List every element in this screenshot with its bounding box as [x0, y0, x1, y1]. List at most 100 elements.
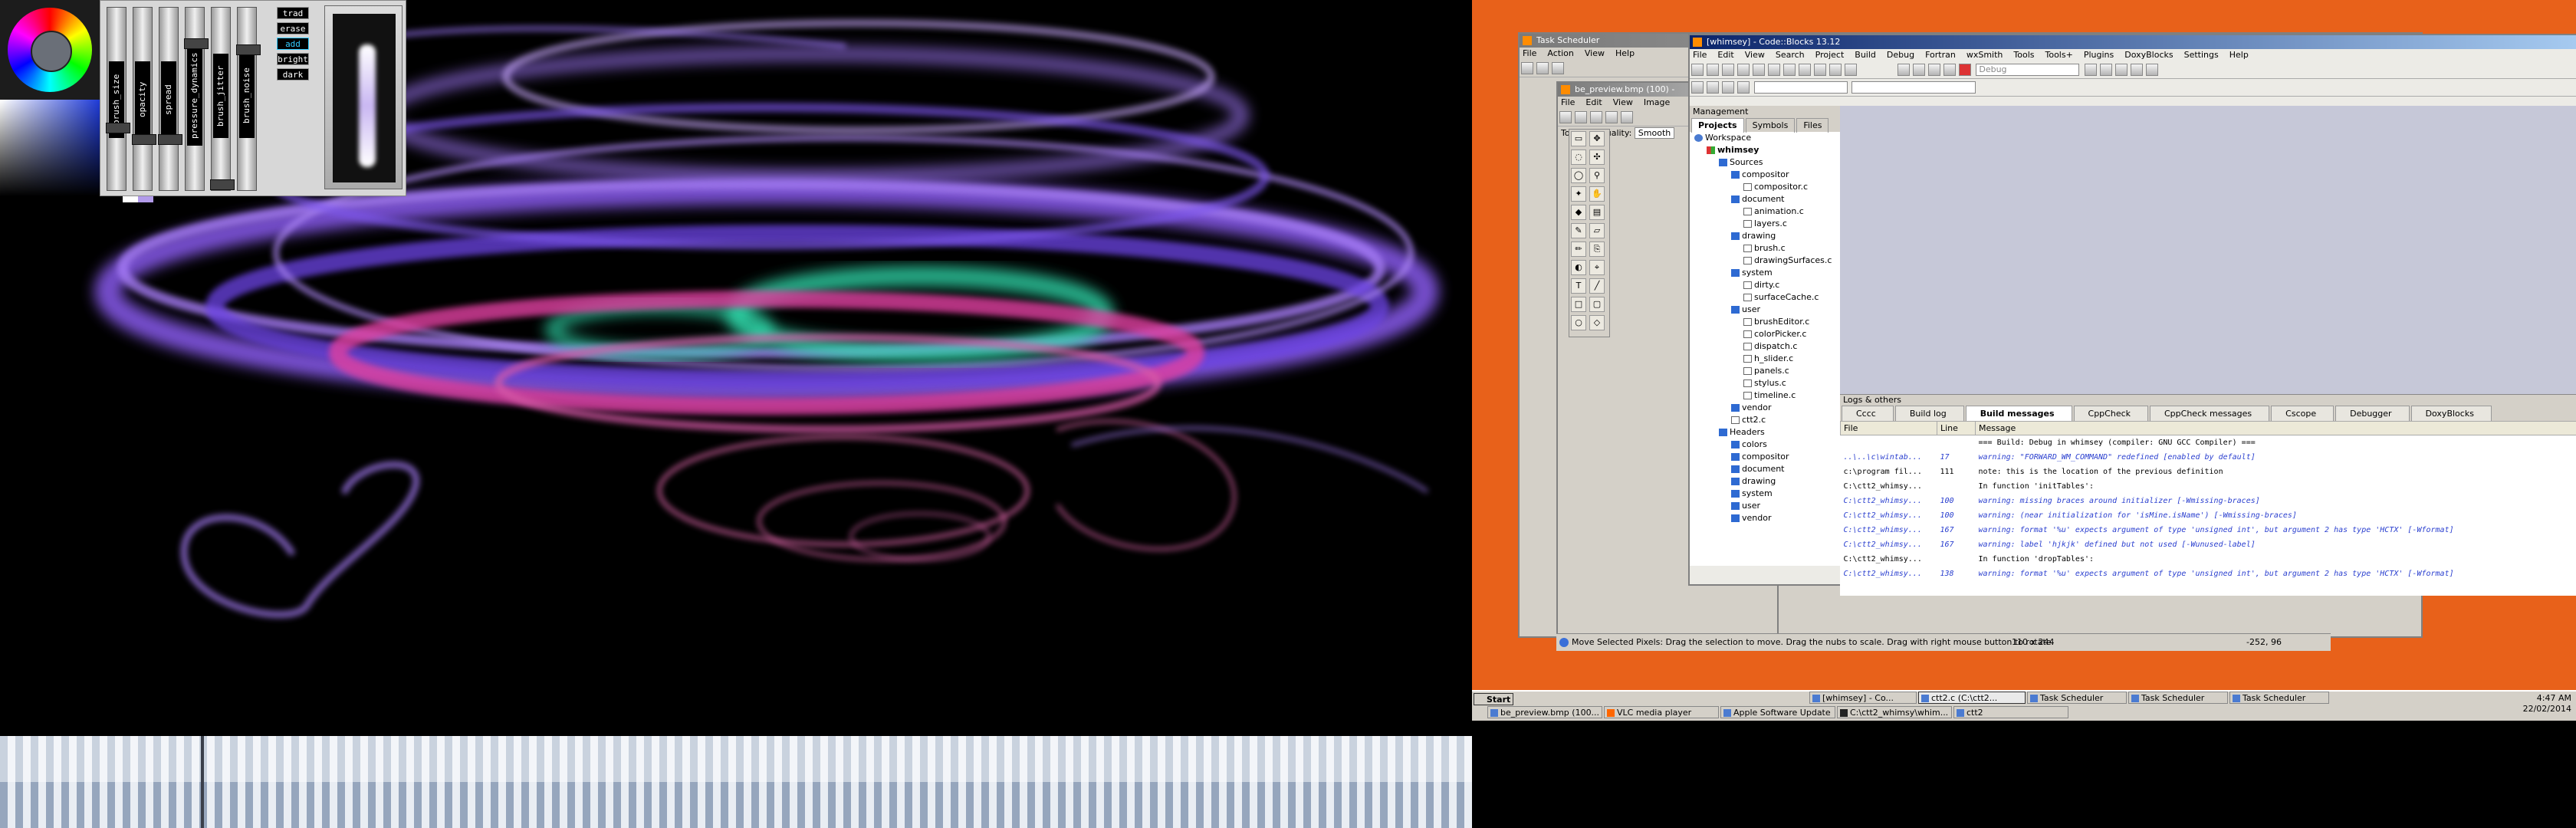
menu-help[interactable]: Help [2229, 50, 2249, 60]
tree-item[interactable]: surfaceCache.c [1690, 291, 1840, 304]
move-selection-icon[interactable]: ✣ [1589, 150, 1605, 165]
quality-select[interactable]: Smooth [1634, 127, 1675, 139]
tree-item[interactable]: system [1690, 488, 1840, 500]
mode-trad-button[interactable]: trad [277, 7, 309, 19]
tree-item[interactable]: system [1690, 267, 1840, 279]
tree-item[interactable]: vendor [1690, 402, 1840, 414]
taskbar-item[interactable]: Task Scheduler [2027, 692, 2127, 704]
menu-wxsmith[interactable]: wxSmith [1967, 50, 2003, 60]
tree-item[interactable]: user [1690, 304, 1840, 316]
run-icon[interactable] [1912, 64, 1925, 76]
taskbar-item[interactable]: be_preview.bmp (100... [1487, 706, 1602, 718]
paste-icon[interactable] [1814, 64, 1826, 76]
new-file-icon[interactable] [1691, 64, 1704, 76]
slider-knob[interactable] [106, 123, 130, 133]
step-into-icon[interactable] [2114, 64, 2128, 76]
tree-item[interactable]: Sources [1690, 156, 1840, 169]
log-row[interactable]: === Build: Debug in whimsey (compiler: G… [1841, 435, 2576, 451]
undo-icon[interactable] [1753, 64, 1765, 76]
menu-doxyblocks[interactable]: DoxyBlocks [2124, 50, 2173, 60]
toggle-comment-icon[interactable] [1737, 81, 1750, 94]
timeline-strip[interactable] [0, 736, 1472, 828]
pencil-icon[interactable]: ✏ [1571, 242, 1586, 257]
log-row[interactable]: C:\ctt2_whimsy... 100 warning: missing bra… [1841, 494, 2576, 508]
save-icon[interactable] [1722, 64, 1734, 76]
new-icon[interactable] [1559, 111, 1572, 123]
menu-build[interactable]: Build [1855, 50, 1876, 60]
rebuild-icon[interactable] [1943, 64, 1956, 76]
tree-item[interactable]: compositor.c [1690, 181, 1840, 193]
tree-item[interactable]: compositor [1690, 451, 1840, 463]
text-icon[interactable]: T [1571, 278, 1586, 294]
gradient-icon[interactable]: ▤ [1589, 205, 1605, 220]
log-row[interactable]: C:\ctt2_whimsy... 138 warning: format '%u'… [1841, 567, 2576, 581]
menu-tools-plus[interactable]: Tools+ [2045, 50, 2073, 60]
log-row[interactable]: c:\program fil... 111 note: this is the lo… [1841, 465, 2576, 479]
tab-cppcheck-messages[interactable]: CppCheck messages [2150, 406, 2270, 421]
zoom-icon[interactable]: ⚲ [1589, 168, 1605, 183]
tree-item[interactable]: compositor [1690, 169, 1840, 181]
tree-item[interactable]: user [1690, 500, 1840, 512]
menu-tools[interactable]: Tools [2013, 50, 2034, 60]
rect-shape-icon[interactable]: □ [1571, 297, 1586, 312]
taskbar-item[interactable]: Task Scheduler [2229, 692, 2329, 704]
tab-cscope[interactable]: Cscope [2271, 406, 2334, 421]
open-icon[interactable] [1707, 64, 1719, 76]
menu-project[interactable]: Project [1815, 50, 1845, 60]
menu-file[interactable]: File [1561, 97, 1575, 107]
taskbar-item[interactable]: [whimsey] - Co... [1809, 692, 1917, 704]
brush-icon[interactable]: ✎ [1571, 223, 1586, 238]
menu-fortran[interactable]: Fortran [1925, 50, 1956, 60]
saturation-value-picker[interactable] [0, 100, 100, 196]
freeform-shape-icon[interactable]: ◇ [1589, 315, 1605, 330]
menu-edit[interactable]: Edit [1585, 97, 1602, 107]
tree-item[interactable]: drawing [1690, 475, 1840, 488]
forward-icon[interactable] [1536, 62, 1549, 74]
back-icon[interactable] [1521, 62, 1533, 74]
tree-item[interactable]: vendor [1690, 512, 1840, 524]
copy-icon[interactable] [1799, 64, 1811, 76]
up-icon[interactable] [1552, 62, 1564, 74]
drawing-canvas[interactable]: brush_size opacity spread pressure_dynam… [0, 0, 1472, 736]
taskbar-item[interactable]: Task Scheduler [2128, 692, 2228, 704]
rounded-rect-icon[interactable]: ▢ [1589, 297, 1605, 312]
menu-settings[interactable]: Settings [2184, 50, 2219, 60]
taskbar-item[interactable]: ctt2.c (C:\ctt2... [1918, 692, 2026, 704]
menu-view[interactable]: View [1585, 48, 1605, 58]
mode-bright-button[interactable]: bright [277, 53, 309, 65]
brush-jitter-slider[interactable]: brush_jitter [210, 7, 235, 191]
tree-item[interactable]: whimsey [1690, 144, 1840, 156]
open-icon[interactable] [1575, 111, 1587, 123]
tree-item[interactable]: document [1690, 193, 1840, 205]
tree-item[interactable]: drawing [1690, 230, 1840, 242]
tree-item[interactable]: stylus.c [1690, 377, 1840, 389]
lasso-icon[interactable]: ◌ [1571, 150, 1586, 165]
tree-item[interactable]: panels.c [1690, 365, 1840, 377]
tree-item[interactable]: brush.c [1690, 242, 1840, 255]
menu-action[interactable]: Action [1547, 48, 1573, 58]
tab-cppcheck[interactable]: CppCheck [2073, 406, 2148, 421]
function-select[interactable] [1851, 81, 1976, 94]
column-message[interactable]: Message [1975, 421, 2576, 435]
abort-icon[interactable] [1958, 64, 1971, 76]
color-wheel[interactable] [8, 8, 92, 92]
build-icon[interactable] [1897, 64, 1910, 76]
tree-item[interactable]: timeline.c [1690, 389, 1840, 402]
ellipse-select-icon[interactable]: ◯ [1571, 168, 1586, 183]
column-line[interactable]: Line [1937, 421, 1976, 435]
slider-knob[interactable] [236, 44, 261, 55]
tree-item[interactable]: dispatch.c [1690, 340, 1840, 353]
menu-edit[interactable]: Edit [1717, 50, 1733, 60]
move-icon[interactable]: ✥ [1589, 131, 1605, 146]
column-file[interactable]: File [1840, 421, 1937, 435]
magic-wand-icon[interactable]: ✦ [1571, 186, 1586, 202]
stop-debug-icon[interactable] [2145, 64, 2158, 76]
pressure-dynamics-slider[interactable]: pressure_dynamics [184, 7, 209, 191]
log-row[interactable]: C:\ctt2_whimsy... In function 'dropTables… [1841, 552, 2576, 567]
step-icon[interactable] [2099, 64, 2112, 76]
tree-item[interactable]: ctt2.c [1690, 414, 1840, 426]
replace-icon[interactable] [1845, 64, 1857, 76]
taskbar-item[interactable]: ctt2 [1953, 706, 2068, 718]
rectangle-select-icon[interactable]: ▭ [1571, 131, 1586, 146]
timeline-playhead[interactable] [201, 736, 204, 828]
